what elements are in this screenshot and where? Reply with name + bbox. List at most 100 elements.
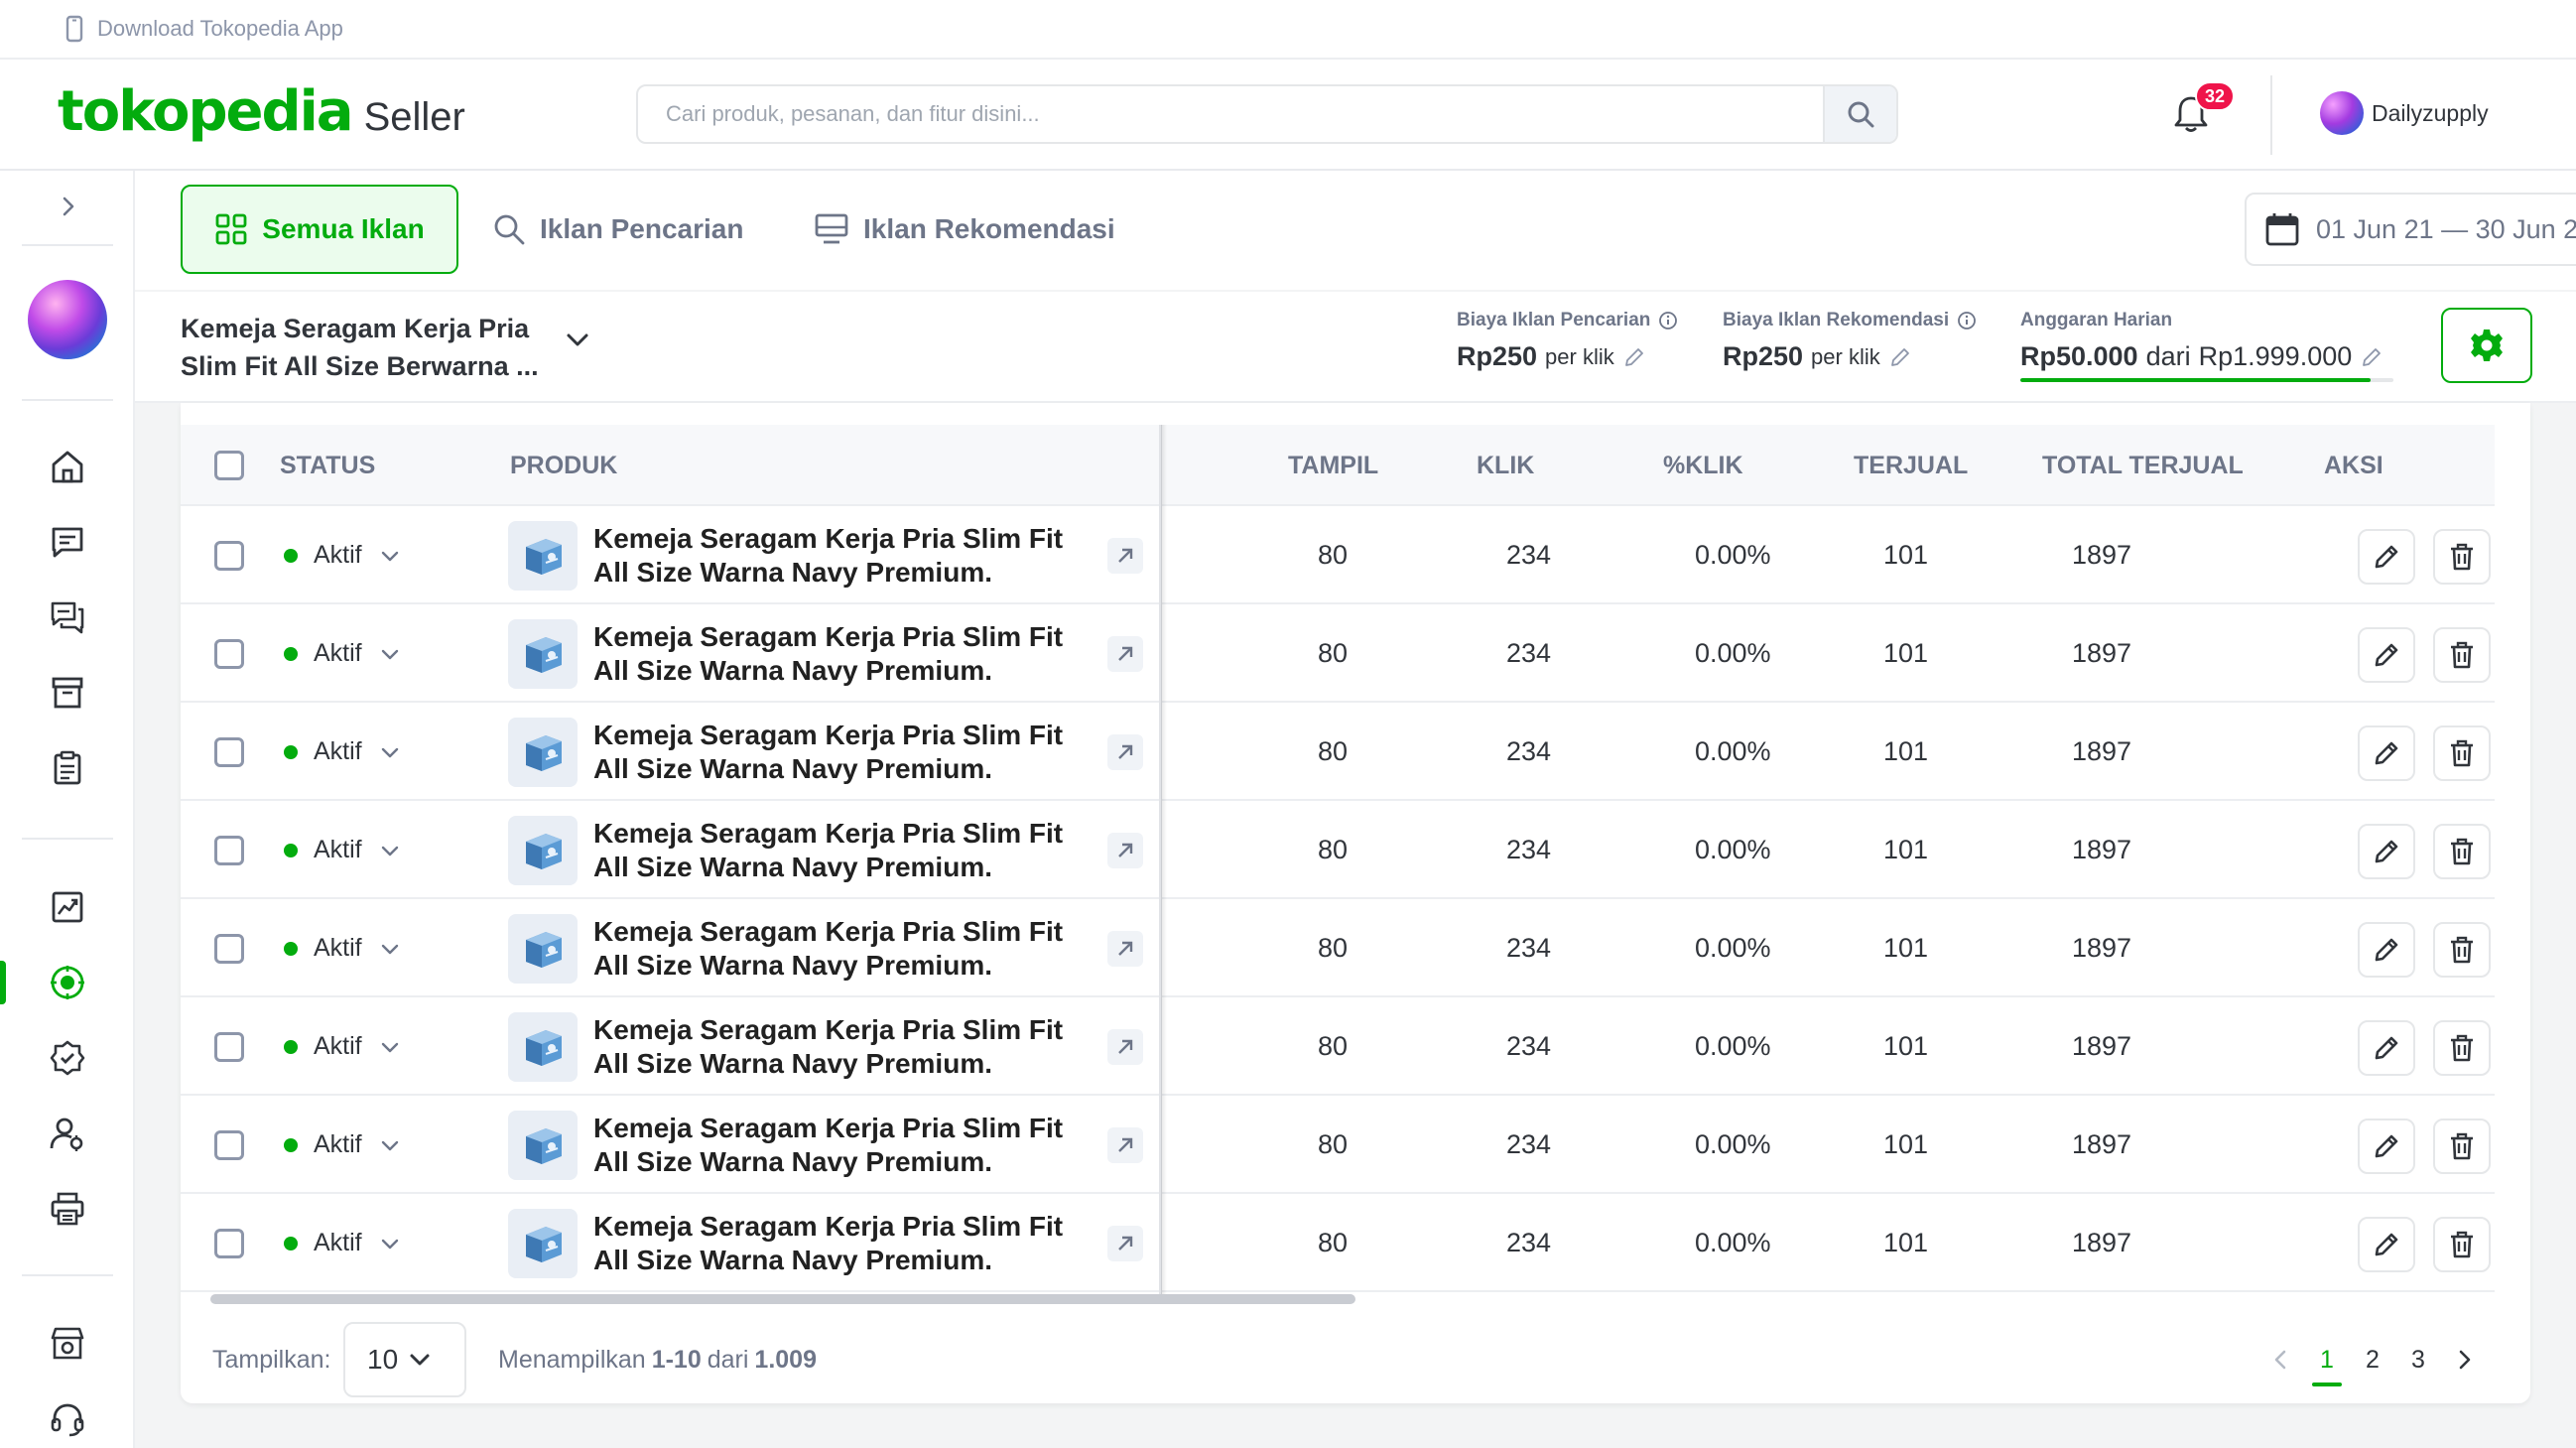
open-product-button[interactable] <box>1107 1225 1143 1261</box>
product-group-name[interactable]: Kemeja Seragam Kerja Pria Slim Fit All S… <box>181 310 568 385</box>
column-product[interactable]: PRODUK <box>510 425 617 506</box>
sidebar-item-discussion[interactable] <box>44 593 91 641</box>
product-thumbnail[interactable] <box>508 618 578 689</box>
sidebar-expand-button[interactable] <box>44 183 91 230</box>
next-page-button[interactable] <box>2441 1349 2487 1371</box>
product-thumbnail[interactable] <box>508 815 578 885</box>
product-name[interactable]: Kemeja Seragam Kerja Pria Slim Fit All S… <box>593 1210 1090 1277</box>
product-thumbnail[interactable] <box>508 1011 578 1082</box>
status-dropdown[interactable]: Aktif <box>284 801 400 899</box>
row-checkbox[interactable] <box>214 736 244 767</box>
info-icon[interactable] <box>1957 311 1977 330</box>
row-checkbox[interactable] <box>214 1031 244 1062</box>
open-product-button[interactable] <box>1107 930 1143 967</box>
select-all-checkbox[interactable] <box>214 451 244 480</box>
edit-button[interactable] <box>2358 824 2415 879</box>
sidebar-item-products[interactable] <box>44 669 91 717</box>
column-tampil[interactable]: TAMPIL <box>1288 425 1378 506</box>
tab-semua-iklan[interactable]: Semua Iklan <box>181 185 458 274</box>
status-dropdown[interactable]: Aktif <box>284 1096 400 1194</box>
row-checkbox[interactable] <box>214 1228 244 1258</box>
row-checkbox[interactable] <box>214 933 244 964</box>
delete-button[interactable] <box>2433 627 2491 683</box>
search-button[interactable] <box>1823 86 1896 142</box>
sidebar-item-admin[interactable] <box>44 1110 91 1157</box>
tab-iklan-pencarian[interactable]: Iklan Pencarian <box>492 185 743 274</box>
column-pct-klik[interactable]: %KLIK <box>1663 425 1743 506</box>
column-terjual[interactable]: TERJUAL <box>1854 425 1968 506</box>
pencil-icon[interactable] <box>1622 345 1646 369</box>
page-2-button[interactable]: 2 <box>2350 1346 2395 1375</box>
product-name[interactable]: Kemeja Seragam Kerja Pria Slim Fit All S… <box>593 817 1090 884</box>
notification-button[interactable]: 32 <box>2171 81 2235 137</box>
edit-button[interactable] <box>2358 627 2415 683</box>
product-thumbnail[interactable] <box>508 520 578 591</box>
delete-button[interactable] <box>2433 1119 2491 1174</box>
open-product-button[interactable] <box>1107 832 1143 868</box>
delete-button[interactable] <box>2433 824 2491 879</box>
info-icon[interactable] <box>1658 311 1678 330</box>
product-name[interactable]: Kemeja Seragam Kerja Pria Slim Fit All S… <box>593 1013 1090 1081</box>
product-name[interactable]: Kemeja Seragam Kerja Pria Slim Fit All S… <box>593 915 1090 983</box>
product-thumbnail[interactable] <box>508 913 578 984</box>
row-checkbox[interactable] <box>214 835 244 865</box>
open-product-button[interactable] <box>1107 1028 1143 1065</box>
status-dropdown[interactable]: Aktif <box>284 1194 400 1292</box>
product-thumbnail[interactable] <box>508 717 578 787</box>
column-total-terjual[interactable]: TOTAL TERJUAL <box>2042 425 2244 506</box>
open-product-button[interactable] <box>1107 1126 1143 1163</box>
pencil-icon[interactable] <box>1888 345 1912 369</box>
open-product-button[interactable] <box>1107 635 1143 672</box>
shop-avatar[interactable] <box>28 280 107 359</box>
product-name[interactable]: Kemeja Seragam Kerja Pria Slim Fit All S… <box>593 522 1090 590</box>
product-name[interactable]: Kemeja Seragam Kerja Pria Slim Fit All S… <box>593 1112 1090 1179</box>
user-menu[interactable]: Dailyzupply <box>2320 91 2489 135</box>
delete-button[interactable] <box>2433 1020 2491 1076</box>
delete-button[interactable] <box>2433 725 2491 781</box>
delete-button[interactable] <box>2433 529 2491 585</box>
status-dropdown[interactable]: Aktif <box>284 604 400 703</box>
status-dropdown[interactable]: Aktif <box>284 506 400 604</box>
edit-button[interactable] <box>2358 1119 2415 1174</box>
status-dropdown[interactable]: Aktif <box>284 703 400 801</box>
delete-button[interactable] <box>2433 922 2491 978</box>
download-app-bar[interactable]: Download Tokopedia App <box>0 0 2576 60</box>
sidebar-item-help[interactable] <box>44 1395 91 1443</box>
page-3-button[interactable]: 3 <box>2395 1346 2441 1375</box>
product-thumbnail[interactable] <box>508 1110 578 1180</box>
edit-button[interactable] <box>2358 1020 2415 1076</box>
row-checkbox[interactable] <box>214 1129 244 1160</box>
sidebar-item-chat[interactable] <box>44 518 91 566</box>
horizontal-scrollbar[interactable] <box>210 1294 1355 1304</box>
product-thumbnail[interactable] <box>508 1208 578 1278</box>
row-checkbox[interactable] <box>214 638 244 669</box>
sidebar-item-ads[interactable] <box>44 959 91 1006</box>
logo[interactable]: tokopedia Seller <box>58 79 465 144</box>
open-product-button[interactable] <box>1107 537 1143 574</box>
delete-button[interactable] <box>2433 1217 2491 1272</box>
status-dropdown[interactable]: Aktif <box>284 997 400 1096</box>
page-1-button[interactable]: 1 <box>2304 1346 2350 1386</box>
open-product-button[interactable] <box>1107 733 1143 770</box>
product-name[interactable]: Kemeja Seragam Kerja Pria Slim Fit All S… <box>593 719 1090 786</box>
pencil-icon[interactable] <box>2360 345 2383 369</box>
chevron-down-icon[interactable] <box>564 326 591 353</box>
download-app-link[interactable]: Download Tokopedia App <box>97 16 343 42</box>
search-input[interactable] <box>638 86 1823 142</box>
edit-button[interactable] <box>2358 529 2415 585</box>
sidebar-item-power-merchant[interactable] <box>44 1034 91 1082</box>
page-size-select[interactable]: 10 <box>343 1322 466 1397</box>
edit-button[interactable] <box>2358 922 2415 978</box>
column-status[interactable]: STATUS <box>280 425 375 506</box>
prev-page-button[interactable] <box>2258 1349 2304 1371</box>
sidebar-item-orders[interactable] <box>44 744 91 792</box>
row-checkbox[interactable] <box>214 540 244 571</box>
product-name[interactable]: Kemeja Seragam Kerja Pria Slim Fit All S… <box>593 620 1090 688</box>
settings-button[interactable] <box>2441 308 2532 383</box>
date-range-picker[interactable]: 01 Jun 21 — 30 Jun 21 <box>2245 193 2576 266</box>
column-klik[interactable]: KLIK <box>1477 425 1534 506</box>
sidebar-item-print[interactable] <box>44 1185 91 1233</box>
status-dropdown[interactable]: Aktif <box>284 899 400 997</box>
sidebar-item-home[interactable] <box>44 443 91 490</box>
sidebar-item-shop-settings[interactable] <box>44 1320 91 1368</box>
